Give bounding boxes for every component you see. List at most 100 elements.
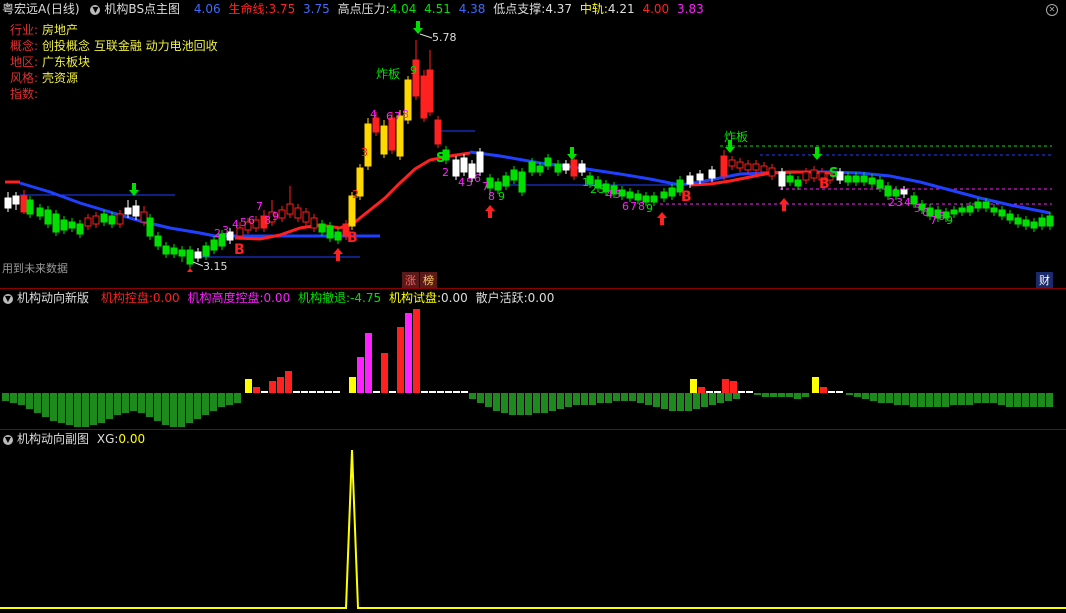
indicator-bar <box>373 391 380 393</box>
indicator-bar <box>277 377 284 393</box>
candle-body <box>720 155 728 177</box>
cai-badge[interactable]: 财 <box>1036 272 1053 288</box>
count-number: 6 <box>386 110 393 123</box>
candle-body <box>294 207 302 219</box>
indicator-bar <box>637 393 644 403</box>
indicator-bar <box>178 393 185 427</box>
candle-body <box>4 197 12 209</box>
indicator-bar <box>66 393 73 425</box>
institution-trend-panel[interactable]: ▼ 机构动向新版 机构控盘:0.00 机构高度控盘:0.00 机构撤退:-4.75… <box>0 289 1066 429</box>
candle-body <box>570 159 578 177</box>
candle-body <box>696 173 704 181</box>
indicator-bar <box>950 393 957 405</box>
indicator-bar <box>509 393 516 415</box>
candle-body <box>974 201 982 209</box>
candle-body <box>202 245 210 257</box>
candle-body <box>868 177 876 185</box>
xg-line-chart[interactable] <box>0 430 1066 613</box>
main-chart-panel[interactable]: 粤宏远A(日线) ▼ 机构BS点主图 4.06 生命线:3.75 3.75 高点压… <box>0 0 1066 288</box>
candle-body <box>778 171 786 187</box>
candle-body <box>12 195 20 205</box>
count-number: 6 <box>622 200 629 213</box>
indicator-bar <box>114 393 121 415</box>
candle-body <box>426 69 434 113</box>
indicator-bar <box>413 309 420 393</box>
indicator-bar <box>605 393 612 403</box>
indicator-bar <box>42 393 49 417</box>
indicator-bar <box>325 391 332 393</box>
indicator-bar <box>701 393 708 407</box>
candle-body <box>364 123 372 167</box>
indicator-bar <box>146 393 153 417</box>
candle-body <box>544 157 552 167</box>
indicator-bar <box>210 393 217 411</box>
candle-body <box>210 239 218 251</box>
indicator-bar <box>709 393 716 405</box>
indicator-bar <box>501 393 508 413</box>
candle-body <box>318 223 326 233</box>
buy-signal-b: B <box>347 230 358 246</box>
zhang-badge[interactable]: 涨 <box>402 272 419 288</box>
indicator-bar <box>942 393 949 407</box>
indicator-bar <box>722 379 729 393</box>
indicator-bar <box>170 393 177 427</box>
indicator-bar <box>202 393 209 415</box>
indicator-bar <box>653 393 660 407</box>
high-price-label: 5.78 <box>432 31 457 44</box>
count-number: 2 <box>590 183 597 196</box>
indicator-bar <box>429 391 436 393</box>
down-arrow-icon <box>812 147 822 160</box>
count-number: 5 <box>914 202 921 215</box>
indicator-bar <box>706 391 713 393</box>
indicator-bar <box>733 393 740 399</box>
indicator-bar <box>186 393 193 423</box>
indicator-bar <box>854 393 861 397</box>
institution-sub-panel[interactable]: ▼ 机构动向副图 XG:0.00 <box>0 430 1066 613</box>
indicator-bar <box>162 393 169 425</box>
candle-body <box>92 215 100 225</box>
indicator-bar <box>34 393 41 413</box>
indicator-bar <box>130 393 137 411</box>
up-arrow-icon <box>485 205 495 218</box>
candle-body <box>884 185 892 197</box>
count-number: 8 <box>264 214 271 227</box>
count-number: 7 <box>630 200 637 213</box>
low-price-label: 3.15 <box>203 260 228 273</box>
indicator-bar <box>261 391 268 393</box>
candle-body <box>900 189 908 195</box>
indicator-bar <box>154 393 161 421</box>
down-arrow-icon <box>129 183 139 196</box>
candle-body <box>108 215 116 225</box>
xg-signal-line <box>0 449 1066 609</box>
candle-body <box>1014 217 1022 225</box>
indicator-bar <box>918 393 925 407</box>
candle-body <box>990 207 998 213</box>
candle-body <box>562 163 570 171</box>
down-arrow-icon <box>567 147 577 160</box>
indicator-bar <box>333 391 340 393</box>
indicator-bar <box>381 353 388 393</box>
indicator-bar <box>762 393 769 397</box>
count-number: 9 <box>498 190 505 203</box>
candle-body <box>162 245 170 255</box>
candle-body <box>1038 217 1046 227</box>
indicator-bar <box>397 327 404 393</box>
indicator-bar <box>685 393 692 411</box>
indicator-bar <box>445 391 452 393</box>
indicator-bar <box>234 393 241 403</box>
indicator-bar <box>738 391 745 393</box>
indicator-bar <box>421 391 428 393</box>
indicator-bar <box>10 393 17 403</box>
candle-body <box>802 171 810 181</box>
candle-body <box>1030 221 1038 229</box>
institution-bar-chart[interactable] <box>0 289 1066 429</box>
candle-body <box>810 169 818 179</box>
candle-body <box>302 211 310 223</box>
candlestick-chart[interactable]: B B B B S S 2 3 4 5 678 94 6 7 893224 5 678 912 3 4 56… <box>0 0 1066 288</box>
candle-body <box>998 209 1006 217</box>
indicator-bar <box>589 393 596 405</box>
bang-badge[interactable]: 榜 <box>420 272 437 288</box>
indicator-bar <box>778 393 785 397</box>
indicator-bar <box>786 393 793 397</box>
candle-body <box>132 205 140 217</box>
